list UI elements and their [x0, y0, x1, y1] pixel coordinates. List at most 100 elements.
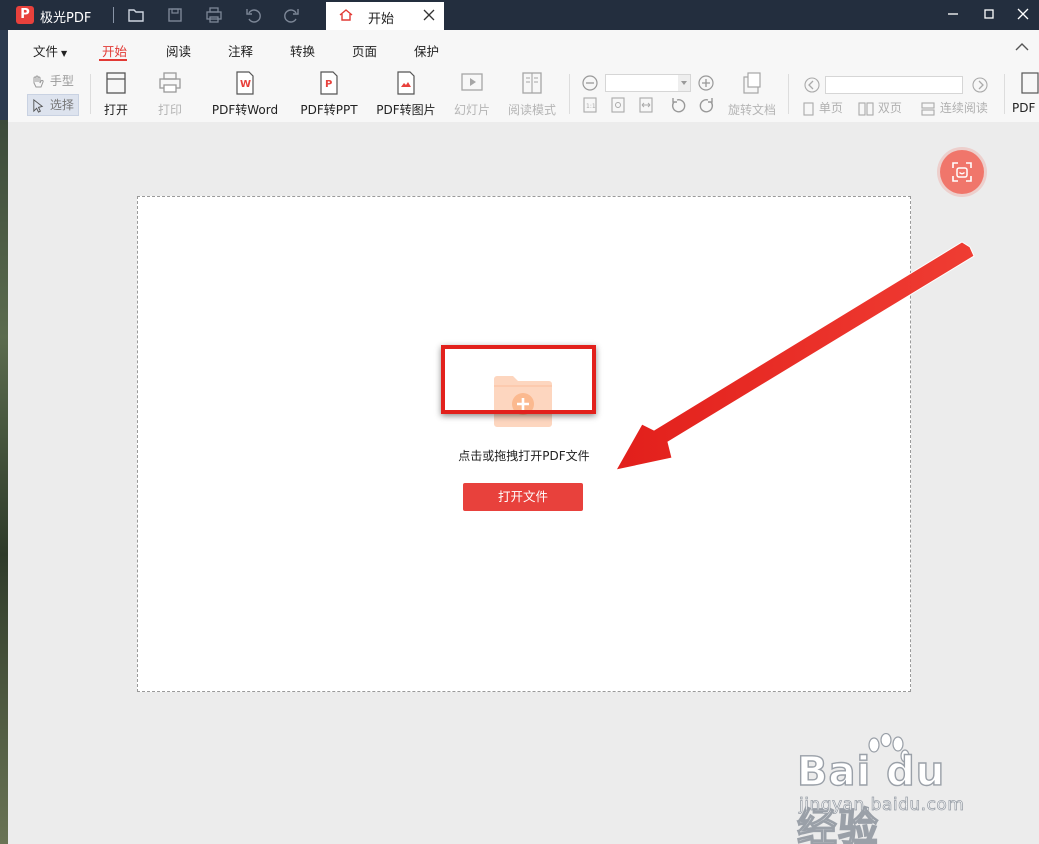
open-folder-icon[interactable] — [126, 5, 146, 25]
pdf-file-icon — [1016, 70, 1039, 96]
menu-page[interactable]: 页面 — [352, 41, 377, 60]
single-page-label: 单页 — [818, 101, 843, 115]
slideshow-tool[interactable]: 幻灯片 — [452, 70, 492, 118]
pdf-to-word-label: PDF转Word — [211, 103, 279, 117]
pdf-to-ppt-tool[interactable]: P PDF转PPT — [297, 70, 361, 118]
drop-hint-text: 点击或拖拽打开PDF文件 — [458, 449, 590, 463]
toolbar-separator — [569, 74, 570, 114]
slideshow-icon — [459, 70, 485, 96]
svg-text:P: P — [325, 79, 332, 90]
menu-file[interactable]: 文件 ▼ — [33, 41, 67, 60]
next-page-icon[interactable] — [971, 76, 989, 94]
fit-width-icon[interactable] — [637, 96, 655, 114]
zoom-select[interactable] — [605, 74, 691, 92]
scan-face-icon — [952, 162, 972, 182]
undo-icon[interactable] — [243, 5, 263, 25]
menu-file-label: 文件 — [33, 44, 59, 59]
double-page-icon — [858, 101, 874, 116]
single-page-icon — [803, 101, 814, 116]
pdf-to-image-label: PDF转图片 — [376, 103, 436, 117]
close-tab-icon[interactable] — [422, 8, 436, 22]
rotate-document-tool[interactable]: 旋转文档 — [724, 70, 780, 118]
floating-assistant-button[interactable] — [940, 150, 984, 194]
home-icon — [339, 9, 353, 21]
double-page-label: 双页 — [877, 101, 902, 115]
select-tool-label: 选择 — [49, 98, 74, 112]
collapse-ribbon-icon[interactable] — [1015, 42, 1029, 52]
zoom-out-icon[interactable] — [581, 74, 599, 92]
double-page-tool[interactable]: 双页 — [858, 99, 902, 116]
hand-tool-label: 手型 — [49, 74, 74, 88]
menu-bar: 文件 ▼ 开始 阅读 注释 转换 页面 保护 — [8, 30, 1039, 66]
rotate-right-icon[interactable] — [697, 96, 715, 114]
reading-mode-label: 阅读模式 — [507, 103, 556, 117]
baidu-watermark: Bai du 经验 jingyan.baidu.com — [796, 733, 997, 844]
close-window-icon[interactable] — [1015, 6, 1031, 22]
chevron-down-icon: ▼ — [61, 49, 68, 58]
pdf-tool-partial[interactable]: PDF — [1012, 70, 1039, 115]
pdf-to-word-tool[interactable]: W PDF转Word — [207, 70, 283, 118]
continuous-reading-label: 连续阅读 — [939, 101, 988, 115]
toolbar: 手型 选择 打开 打印 W PDF转Word P PDF转PPT PDF转图片 — [8, 66, 1039, 123]
save-icon[interactable] — [165, 5, 185, 25]
title-bar: P 极光PDF 开始 — [0, 0, 1039, 30]
hand-tool[interactable]: 手型 — [30, 72, 74, 90]
open-file-button[interactable]: 打开文件 — [463, 483, 583, 511]
hand-icon — [33, 75, 44, 87]
tab-label: 开始 — [368, 12, 395, 27]
word-file-icon: W — [232, 70, 258, 96]
pdf-tool-label: PDF — [1012, 101, 1036, 115]
active-menu-indicator — [99, 59, 127, 61]
open-tool-label: 打开 — [103, 103, 128, 117]
continuous-icon — [921, 101, 935, 116]
previous-page-icon[interactable] — [803, 76, 821, 94]
minimize-icon[interactable] — [945, 6, 961, 22]
pdf-to-image-tool[interactable]: PDF转图片 — [374, 70, 438, 118]
ppt-file-icon: P — [316, 70, 342, 96]
print-tool[interactable]: 打印 — [154, 70, 186, 118]
cursor-icon — [33, 98, 44, 113]
toolbar-separator — [788, 74, 789, 114]
desktop-background — [0, 120, 8, 844]
fit-page-icon[interactable] — [609, 96, 627, 114]
single-page-tool[interactable]: 单页 — [801, 99, 843, 116]
svg-text:W: W — [240, 79, 251, 90]
toolbar-separator — [90, 74, 91, 114]
app-window: P 极光PDF 开始 文件 ▼ 开始 阅读 注释 转换 页面 保护 手型 选择 … — [0, 0, 1039, 844]
open-tool[interactable]: 打开 — [100, 70, 132, 118]
printer-icon — [157, 70, 183, 96]
zoom-in-icon[interactable] — [697, 74, 715, 92]
reading-mode-tool[interactable]: 阅读模式 — [504, 70, 560, 118]
toolbar-separator — [1004, 74, 1005, 114]
rotate-left-icon[interactable] — [670, 96, 688, 114]
continuous-reading-tool[interactable]: 连续阅读 — [920, 99, 988, 116]
app-logo: P — [16, 6, 34, 24]
chevron-down-icon[interactable] — [678, 75, 690, 91]
menu-start[interactable]: 开始 — [102, 41, 127, 60]
slideshow-label: 幻灯片 — [453, 103, 490, 117]
watermark-url-text: jingyan.baidu.com — [799, 795, 965, 816]
open-document-icon — [103, 70, 129, 96]
page-number-input[interactable] — [825, 76, 963, 94]
image-file-icon — [393, 70, 419, 96]
tab-start[interactable]: 开始 — [326, 2, 444, 30]
rotate-document-label: 旋转文档 — [727, 103, 776, 117]
svg-text:1:1: 1:1 — [586, 103, 596, 110]
menu-read[interactable]: 阅读 — [166, 41, 191, 60]
app-name: 极光PDF — [40, 11, 92, 26]
file-drop-area[interactable]: 点击或拖拽打开PDF文件 打开文件 — [137, 196, 911, 692]
menu-protect[interactable]: 保护 — [414, 41, 439, 60]
redo-icon[interactable] — [282, 5, 302, 25]
select-tool[interactable]: 选择 — [27, 94, 79, 116]
actual-size-icon[interactable]: 1:1 — [581, 96, 599, 114]
print-tool-label: 打印 — [157, 103, 182, 117]
book-icon — [519, 70, 545, 96]
rotate-document-icon — [739, 70, 765, 96]
maximize-icon[interactable] — [981, 6, 997, 22]
menu-annotate[interactable]: 注释 — [228, 41, 253, 60]
menu-convert[interactable]: 转换 — [290, 41, 315, 60]
annotation-highlight-box — [441, 345, 596, 414]
pdf-to-ppt-label: PDF转PPT — [300, 103, 358, 117]
title-separator — [113, 7, 114, 23]
print-icon[interactable] — [204, 5, 224, 25]
